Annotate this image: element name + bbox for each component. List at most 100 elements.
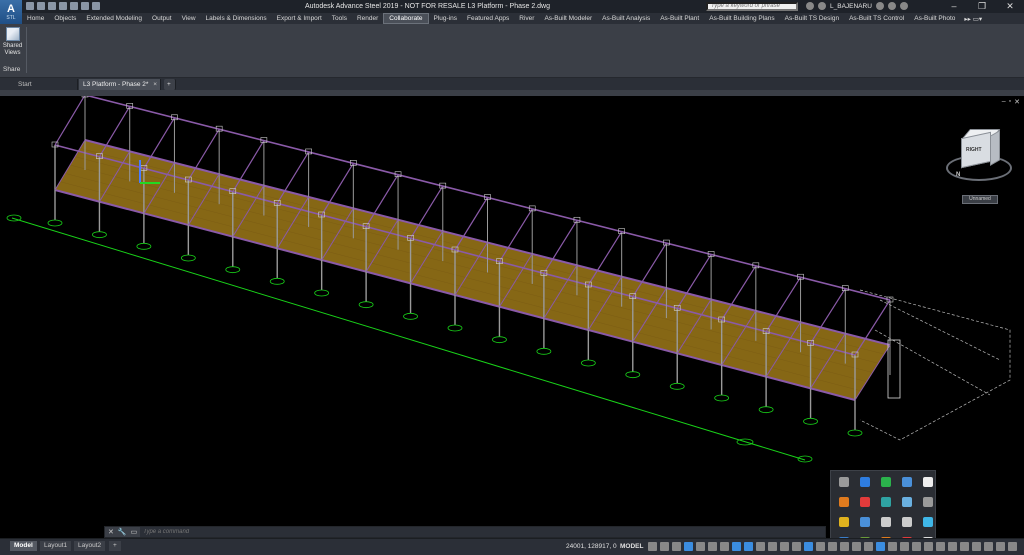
status-toggle-icon[interactable] bbox=[852, 542, 861, 551]
tab-river[interactable]: River bbox=[514, 13, 539, 24]
status-toggle-icon[interactable] bbox=[840, 542, 849, 551]
viewport-close-icon[interactable]: ✕ bbox=[1014, 98, 1020, 106]
status-toggle-icon[interactable] bbox=[792, 542, 801, 551]
status-toggle-icon[interactable] bbox=[684, 542, 693, 551]
customize-icon[interactable]: 🔧 bbox=[118, 528, 127, 536]
close-command-icon[interactable]: ✕ bbox=[108, 528, 114, 536]
tab-collaborate[interactable]: Collaborate bbox=[383, 13, 429, 24]
tray-app-icon[interactable] bbox=[923, 477, 933, 487]
status-toggle-icon[interactable] bbox=[972, 542, 981, 551]
tab-as-built-photo[interactable]: As-Built Photo bbox=[909, 13, 960, 24]
tray-app-icon[interactable] bbox=[902, 497, 912, 507]
tray-app-icon[interactable] bbox=[902, 477, 912, 487]
tray-app-icon[interactable] bbox=[839, 517, 849, 527]
tab-as-built-ts-design[interactable]: As-Built TS Design bbox=[780, 13, 844, 24]
command-history-icon[interactable]: ▭ bbox=[131, 528, 138, 536]
status-toggle-icon[interactable] bbox=[984, 542, 993, 551]
status-toggle-icon[interactable] bbox=[732, 542, 741, 551]
status-toggle-icon[interactable] bbox=[780, 542, 789, 551]
shared-views-button[interactable]: Shared Views bbox=[1, 26, 24, 64]
tray-app-icon[interactable] bbox=[881, 477, 891, 487]
status-toggle-icon[interactable] bbox=[912, 542, 921, 551]
status-toggle-icon[interactable] bbox=[672, 542, 681, 551]
status-toggle-icon[interactable] bbox=[756, 542, 765, 551]
open-file-icon[interactable] bbox=[37, 2, 45, 10]
status-toggle-icon[interactable] bbox=[648, 542, 657, 551]
new-file-icon[interactable] bbox=[26, 2, 34, 10]
status-toggle-icon[interactable] bbox=[936, 542, 945, 551]
exchange-icon[interactable] bbox=[887, 2, 896, 10]
status-toggle-icon[interactable] bbox=[816, 542, 825, 551]
layout-tab-layout1[interactable]: Layout1 bbox=[40, 541, 72, 551]
model-space-toggle[interactable]: MODEL bbox=[620, 543, 643, 550]
cart-icon[interactable] bbox=[875, 2, 884, 10]
tab-as-built-modeler[interactable]: As-Built Modeler bbox=[539, 13, 597, 24]
status-toggle-icon[interactable] bbox=[960, 542, 969, 551]
search-input[interactable] bbox=[706, 2, 798, 11]
status-toggle-icon[interactable] bbox=[696, 542, 705, 551]
tray-app-icon[interactable] bbox=[860, 477, 870, 487]
status-toggle-icon[interactable] bbox=[720, 542, 729, 551]
ribbon-overflow-icon[interactable]: ▸▸ ▭▾ bbox=[964, 15, 982, 23]
status-toggle-icon[interactable] bbox=[888, 542, 897, 551]
tray-app-icon[interactable] bbox=[860, 517, 870, 527]
minimize-icon[interactable]: – bbox=[940, 0, 968, 13]
tab-home[interactable]: Home bbox=[22, 13, 49, 24]
status-toggle-icon[interactable] bbox=[996, 542, 1005, 551]
status-toggle-icon[interactable] bbox=[804, 542, 813, 551]
tab-as-built-analysis[interactable]: As-Built Analysis bbox=[597, 13, 655, 24]
save-icon[interactable] bbox=[48, 2, 56, 10]
tab-tools[interactable]: Tools bbox=[327, 13, 352, 24]
user-icon[interactable] bbox=[818, 2, 826, 10]
search-icon[interactable] bbox=[806, 2, 814, 10]
layout-tab-layout2[interactable]: Layout2 bbox=[74, 541, 106, 551]
undo-icon[interactable] bbox=[81, 2, 89, 10]
status-toggle-icon[interactable] bbox=[1008, 542, 1017, 551]
print-icon[interactable] bbox=[70, 2, 78, 10]
tray-app-icon[interactable] bbox=[860, 497, 870, 507]
application-menu-button[interactable]: A STL bbox=[0, 0, 22, 24]
tab-render[interactable]: Render bbox=[352, 13, 383, 24]
tray-app-icon[interactable] bbox=[839, 477, 849, 487]
tab-document[interactable]: L3 Platform - Phase 2* × bbox=[79, 79, 161, 90]
tray-app-icon[interactable] bbox=[923, 517, 933, 527]
viewport-restore-icon[interactable]: ▫ bbox=[1009, 98, 1011, 106]
close-tab-icon[interactable]: × bbox=[153, 79, 157, 90]
command-input[interactable] bbox=[140, 527, 825, 537]
user-name[interactable]: L_BAJENARU bbox=[830, 3, 872, 10]
status-toggle-icon[interactable] bbox=[924, 542, 933, 551]
tray-app-icon[interactable] bbox=[923, 497, 933, 507]
status-toggle-icon[interactable] bbox=[900, 542, 909, 551]
maximize-icon[interactable]: ❐ bbox=[968, 0, 996, 13]
layout-tab-model[interactable]: Model bbox=[10, 541, 37, 551]
tab-plug-ins[interactable]: Plug-ins bbox=[429, 13, 462, 24]
status-toggle-icon[interactable] bbox=[768, 542, 777, 551]
viewcube[interactable]: RIGHT N bbox=[942, 127, 1018, 199]
tab-objects[interactable]: Objects bbox=[49, 13, 81, 24]
status-toggle-icon[interactable] bbox=[660, 542, 669, 551]
status-toggle-icon[interactable] bbox=[828, 542, 837, 551]
new-tab-button[interactable]: + bbox=[164, 79, 176, 90]
redo-icon[interactable] bbox=[92, 2, 100, 10]
tray-app-icon[interactable] bbox=[881, 497, 891, 507]
tab-as-built-building-plans[interactable]: As-Built Building Plans bbox=[704, 13, 779, 24]
tab-labels-dimensions[interactable]: Labels & Dimensions bbox=[201, 13, 272, 24]
status-toggle-icon[interactable] bbox=[744, 542, 753, 551]
status-toggle-icon[interactable] bbox=[708, 542, 717, 551]
tab-output[interactable]: Output bbox=[147, 13, 177, 24]
tab-featured-apps[interactable]: Featured Apps bbox=[462, 13, 514, 24]
tab-view[interactable]: View bbox=[177, 13, 201, 24]
tray-app-icon[interactable] bbox=[902, 517, 912, 527]
help-icon[interactable] bbox=[899, 2, 908, 10]
viewport-minimize-icon[interactable]: – bbox=[1002, 98, 1006, 106]
add-layout-button[interactable]: + bbox=[109, 541, 121, 551]
status-toggle-icon[interactable] bbox=[876, 542, 885, 551]
tray-app-icon[interactable] bbox=[881, 517, 891, 527]
save-as-icon[interactable] bbox=[59, 2, 67, 10]
close-icon[interactable]: ✕ bbox=[996, 0, 1024, 13]
status-toggle-icon[interactable] bbox=[948, 542, 957, 551]
tab-start[interactable]: Start bbox=[14, 79, 78, 90]
viewcube-side-face[interactable] bbox=[990, 130, 1000, 166]
status-toggle-icon[interactable] bbox=[864, 542, 873, 551]
tray-app-icon[interactable] bbox=[839, 497, 849, 507]
